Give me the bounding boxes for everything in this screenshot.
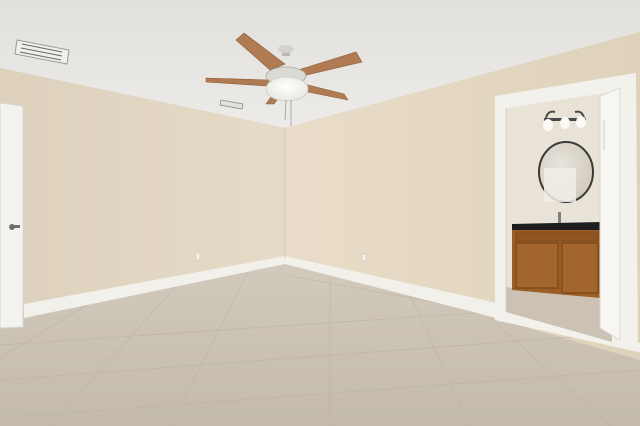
room-photo [0, 0, 640, 426]
bathroom-vanity [512, 212, 600, 298]
wall-outlet-left [195, 252, 201, 261]
bathroom-door [599, 87, 621, 341]
wall-outlet-right [361, 253, 367, 262]
left-door [0, 102, 24, 329]
room-scene [0, 0, 640, 426]
fan-light-globe [265, 76, 309, 102]
mirror-reflection-door [544, 168, 576, 202]
